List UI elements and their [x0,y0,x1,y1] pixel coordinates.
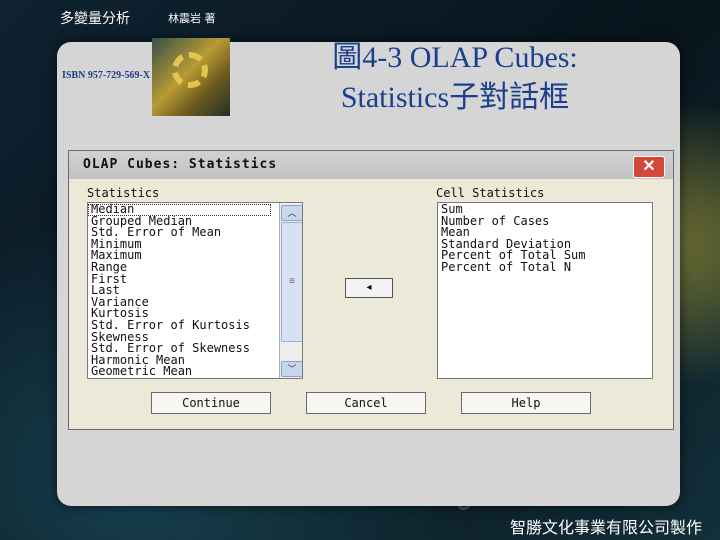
scroll-down-icon[interactable]: ﹀ [281,361,302,377]
statistics-item[interactable]: Geometric Mean [88,366,302,378]
footer-credit: 智勝文化事業有限公司製作 [509,518,702,537]
statistics-label: Statistics [87,186,160,200]
cell-statistics-label: Cell Statistics [436,186,545,200]
slide-title-line2: Statistics子對話框 [340,81,570,114]
cell-statistics-list: Sum Number of Cases Mean Standard Deviation… [438,203,652,274]
move-to-cell-statistics-button[interactable]: ◂ [345,278,393,298]
author: 林震岩 著 [168,12,216,25]
scroll-thumb[interactable]: ≡ [281,222,302,342]
statistics-list: Median Grouped Median Std. Error of Mean Mi… [88,203,302,378]
cell-statistics-listbox[interactable]: Sum Number of Cases Mean Standard Deviation… [437,202,653,379]
cell-statistics-item[interactable]: Number of Cases [438,215,652,228]
close-icon[interactable]: ✕ [633,156,665,178]
statistics-item[interactable]: First [88,273,302,286]
statistics-scrollbar[interactable]: ︿ ≡ ﹀ [279,203,302,378]
gear-icon [172,52,208,88]
book-title: 多變量分析 [60,11,130,27]
isbn: ISBN 957-729-569-X [62,70,151,81]
slide-title: 圖4-3 OLAP Cubes: Statistics子對話框 [240,38,670,118]
cell-statistics-item[interactable]: Percent of Total N [438,261,652,274]
continue-button[interactable]: Continue [151,392,271,414]
help-button[interactable]: Help [461,392,591,414]
olap-statistics-dialog: OLAP Cubes: Statistics ✕ Statistics Cell… [68,150,674,430]
statistics-listbox[interactable]: Median Grouped Median Std. Error of Mean Mi… [87,202,303,379]
cover-thumbnail [152,38,230,116]
slide-title-line1: 圖4-3 OLAP Cubes: [332,41,578,74]
dialog-titlebar: OLAP Cubes: Statistics ✕ [69,151,673,179]
dialog-title: OLAP Cubes: Statistics [83,157,278,172]
scroll-up-icon[interactable]: ︿ [281,205,302,221]
cancel-button[interactable]: Cancel [306,392,426,414]
